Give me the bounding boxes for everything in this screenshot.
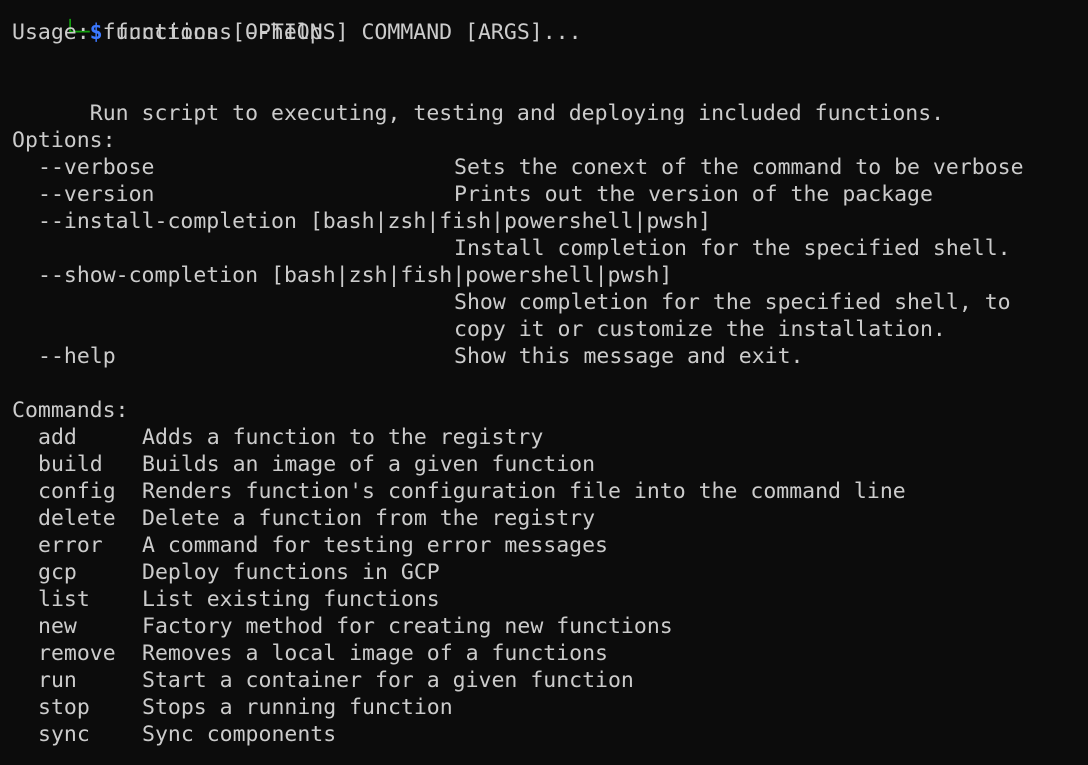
- option-row: copy it or customize the installation.: [12, 316, 1088, 343]
- command-row: remove Removes a local image of a functio…: [12, 640, 1088, 667]
- command-description: Removes a local image of a functions: [142, 641, 608, 666]
- terminal-window[interactable]: └─$ functions --help Usage: functions [O…: [0, 0, 1088, 765]
- option-row: --help Show this message and exit.: [12, 343, 1088, 370]
- command-row: delete Delete a function from the registr…: [12, 505, 1088, 532]
- command-name: remove: [38, 641, 116, 666]
- command-row: add Adds a function to the registry: [12, 424, 1088, 451]
- option-row: Show completion for the specified shell,…: [12, 289, 1088, 316]
- command-row: gcp Deploy functions in GCP: [12, 559, 1088, 586]
- command-row: error A command for testing error message…: [12, 532, 1088, 559]
- option-row: --install-completion [bash|zsh|fish|powe…: [12, 208, 1088, 235]
- command-name: gcp: [38, 560, 77, 585]
- option-description: copy it or customize the installation.: [454, 317, 946, 342]
- options-header: Options:: [12, 128, 116, 153]
- command-name: config: [38, 479, 116, 504]
- option-description: Install completion for the specified she…: [454, 236, 1011, 261]
- command-description: List existing functions: [142, 587, 440, 612]
- command-row: sync Sync components: [12, 721, 1088, 748]
- command-row: build Builds an image of a given function: [12, 451, 1088, 478]
- command-row: config Renders function's configuration f…: [12, 478, 1088, 505]
- description-line: Run script to executing, testing and dep…: [12, 73, 1088, 126]
- command-row: new Factory method for creating new funct…: [12, 613, 1088, 640]
- command-description: A command for testing error messages: [142, 533, 608, 558]
- option-row: --verbose Sets the conext of the command …: [12, 154, 1088, 181]
- command-name: sync: [38, 722, 90, 747]
- command-name: add: [38, 425, 77, 450]
- option-row: --version Prints out the version of the p…: [12, 181, 1088, 208]
- command-description: Sync components: [142, 722, 337, 747]
- option-name: --verbose: [38, 155, 155, 180]
- option-description: Prints out the version of the package: [454, 182, 933, 207]
- option-description: Show completion for the specified shell,…: [454, 290, 1011, 315]
- command-description: Adds a function to the registry: [142, 425, 544, 450]
- command-row: run Start a container for a given functio…: [12, 667, 1088, 694]
- command-description: Stops a running function: [142, 695, 453, 720]
- option-name: --version: [38, 182, 155, 207]
- description-text: Run script to executing, testing and dep…: [89, 101, 945, 126]
- option-name: --help: [38, 344, 116, 369]
- command-description: Deploy functions in GCP: [142, 560, 440, 585]
- option-description: Show this message and exit.: [454, 344, 804, 369]
- option-name: --show-completion [bash|zsh|fish|powersh…: [38, 263, 673, 288]
- command-description: Start a container for a given function: [142, 668, 634, 693]
- option-row: Install completion for the specified she…: [12, 235, 1088, 262]
- usage-line: Usage: functions [OPTIONS] COMMAND [ARGS…: [12, 20, 582, 45]
- command-name: list: [38, 587, 90, 612]
- command-description: Builds an image of a given function: [142, 452, 596, 477]
- command-name: run: [38, 668, 77, 693]
- commands-header: Commands:: [12, 398, 129, 423]
- prompt-line: └─$ functions --help: [12, 0, 1088, 45]
- command-name: error: [38, 533, 103, 558]
- option-description: Sets the conext of the command to be ver…: [454, 155, 1024, 180]
- command-row: list List existing functions: [12, 586, 1088, 613]
- command-name: new: [38, 614, 77, 639]
- option-name: --install-completion [bash|zsh|fish|powe…: [38, 209, 712, 234]
- command-name: delete: [38, 506, 116, 531]
- option-row: --show-completion [bash|zsh|fish|powersh…: [12, 262, 1088, 289]
- command-description: Delete a function from the registry: [142, 506, 596, 531]
- command-name: stop: [38, 695, 90, 720]
- command-description: Factory method for creating new function…: [142, 614, 673, 639]
- command-description: Renders function's configuration file in…: [142, 479, 906, 504]
- command-row: stop Stops a running function: [12, 694, 1088, 721]
- command-name: build: [38, 452, 103, 477]
